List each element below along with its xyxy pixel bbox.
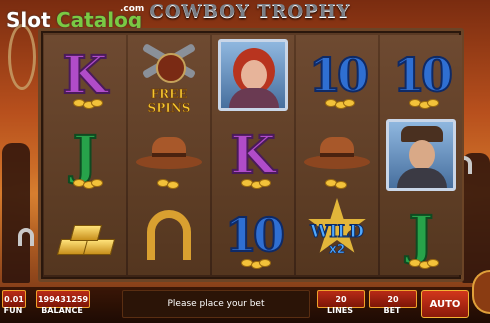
coins-icon	[401, 259, 441, 269]
free-spins-label: FREE SPINS	[147, 87, 191, 116]
gold-bars-icon	[55, 215, 116, 255]
symbol-j-letter: J	[408, 204, 435, 267]
bet-label: BET	[383, 306, 401, 315]
horseshoe-icon-left	[18, 228, 34, 246]
symbol-woman-portrait	[212, 35, 294, 115]
coins-icon	[65, 179, 105, 189]
wild-multiplier: x2	[328, 242, 346, 257]
symbol-free-spins: FREE SPINS	[128, 35, 210, 115]
symbol-ten: 10	[380, 35, 462, 115]
status-message: Please place your bet	[122, 290, 310, 318]
symbol-ten-text: 10	[224, 207, 286, 263]
symbol-k-letter: K	[61, 44, 108, 107]
game-title: COWBOY TROPHY	[149, 1, 351, 22]
coins-icon	[317, 179, 357, 189]
coins-icon	[401, 99, 441, 109]
symbol-gold-bars	[44, 195, 126, 275]
reel-1: K J	[44, 35, 126, 275]
symbol-j-letter: J	[72, 124, 99, 187]
symbol-k: K	[44, 35, 126, 115]
symbol-sheriff-portrait	[380, 115, 462, 195]
cowboy-hat-icon	[136, 135, 202, 175]
coins-icon	[233, 179, 273, 189]
balance-label: BALANCE	[41, 306, 83, 315]
symbol-horseshoe	[128, 195, 210, 275]
badge-icon	[156, 53, 186, 83]
symbol-ten-text: 10	[308, 47, 370, 103]
coins-icon	[149, 179, 189, 189]
coins-icon	[65, 99, 105, 109]
coins-icon	[317, 99, 357, 109]
reel-5: 10 J	[380, 35, 462, 275]
reel-area: K J FREE SPINS K 10 10 WILD x2 10 J	[38, 28, 464, 282]
free-spins-icon: FREE SPINS	[130, 37, 208, 116]
symbol-cowboy-hat	[128, 115, 210, 195]
coin-value-label: FUN	[3, 306, 23, 315]
symbol-j: J	[380, 195, 462, 275]
reel-3: K 10	[212, 35, 294, 275]
symbol-k: K	[212, 115, 294, 195]
symbol-ten: 10	[296, 35, 378, 115]
wild-label: WILD	[310, 222, 365, 243]
reel-2: FREE SPINS	[128, 35, 210, 275]
lines-label: LINES	[327, 306, 353, 315]
wild-star-icon: WILD x2	[298, 196, 376, 274]
symbol-ten: 10	[212, 195, 294, 275]
auto-spin-button[interactable]: AUTO	[421, 290, 469, 318]
coins-icon	[233, 259, 273, 269]
sheriff-portrait-icon	[386, 119, 456, 191]
symbol-wild: WILD x2	[296, 195, 378, 275]
symbol-ten-text: 10	[392, 47, 454, 103]
reel-4: 10 WILD x2	[296, 35, 378, 275]
horseshoe-icon	[147, 210, 191, 260]
symbol-cowboy-hat	[296, 115, 378, 195]
symbol-j: J	[44, 115, 126, 195]
symbol-k-letter: K	[229, 124, 276, 187]
woman-portrait-icon	[218, 39, 288, 111]
cowboy-silhouette-left	[2, 143, 30, 283]
cowboy-hat-icon	[304, 135, 370, 175]
